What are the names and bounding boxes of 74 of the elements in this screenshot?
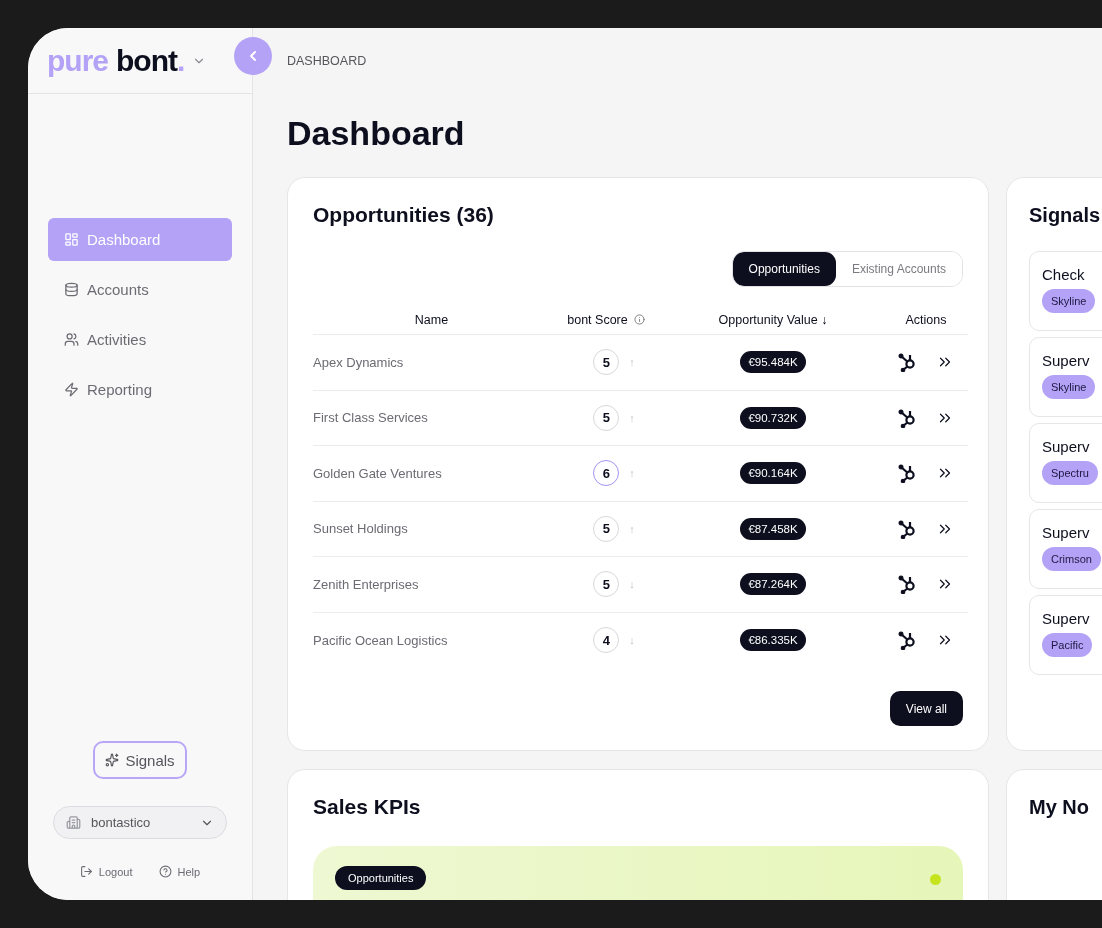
- nav-item[interactable]: Activities: [48, 318, 232, 361]
- building-icon: [66, 815, 81, 830]
- account-name: Zenith Enterprises: [313, 576, 419, 592]
- column-header[interactable]: Opportunity Value ↓: [718, 312, 828, 327]
- hub-icon: [898, 518, 918, 539]
- signal-card[interactable]: Superv Crimson: [1029, 509, 1102, 589]
- layout-icon: [64, 232, 79, 247]
- hub-icon: [898, 630, 918, 651]
- signal-title: Check: [1042, 266, 1086, 283]
- indicator-dot: [930, 874, 941, 885]
- signal-title: Superv: [1042, 352, 1091, 369]
- signal-title: Superv: [1042, 524, 1091, 541]
- view-all-button[interactable]: View all: [889, 691, 963, 726]
- trend-arrow: ↑: [629, 411, 635, 424]
- account-tag: Skyline: [1042, 289, 1096, 313]
- value-badge: €95.484K: [740, 351, 806, 374]
- help-icon: [158, 865, 172, 878]
- value-badge: €90.164K: [740, 462, 806, 485]
- database-icon: [64, 282, 79, 297]
- info-icon[interactable]: [633, 314, 645, 325]
- card-title: Sales KPIs: [313, 794, 422, 820]
- kpi-pill: Opportunities: [335, 866, 427, 890]
- trend-arrow: ↑: [629, 467, 635, 480]
- card-title: Opportunities (36): [313, 202, 495, 228]
- lightning-icon: [64, 382, 79, 397]
- value-badge: €86.335K: [740, 629, 806, 652]
- tab[interactable]: Opportunities: [732, 252, 836, 286]
- value-badge: €87.264K: [740, 573, 806, 596]
- hub-icon: [898, 352, 918, 373]
- hub-icon: [898, 407, 918, 428]
- account-name: Sunset Holdings: [313, 521, 408, 537]
- signal-title: Superv: [1042, 610, 1091, 627]
- nav-label: Reporting: [87, 381, 153, 398]
- page-title: Dashboard: [287, 113, 466, 153]
- hub-icon: [898, 574, 918, 595]
- account-tag: Skyline: [1042, 375, 1096, 399]
- account-name: Apex Dynamics: [313, 354, 404, 370]
- nav-label: Dashboard: [87, 231, 161, 248]
- trend-arrow: ↓: [629, 634, 635, 647]
- column-header: bont Score: [567, 312, 628, 327]
- card-title: My No: [1029, 795, 1090, 820]
- workspace-select[interactable]: bontastico: [53, 806, 227, 839]
- signal-card[interactable]: Superv Skyline: [1029, 337, 1102, 417]
- sparkles-icon: [105, 753, 120, 767]
- logo: pure bont.: [47, 43, 185, 78]
- column-header: Name: [414, 312, 449, 327]
- signal-card[interactable]: Check Skyline: [1029, 251, 1102, 331]
- hub-icon: [898, 463, 918, 484]
- breadcrumb: DASHBOARD: [287, 54, 367, 68]
- nav-label: Accounts: [87, 281, 149, 298]
- account-tag: Spectru: [1042, 461, 1098, 485]
- trend-arrow: ↑: [629, 356, 635, 369]
- footer-link[interactable]: Logout: [79, 865, 133, 878]
- nav-item[interactable]: Accounts: [48, 268, 232, 311]
- account-tag: Crimson: [1042, 547, 1101, 571]
- signals-button[interactable]: Signals: [93, 741, 187, 779]
- account-tag: Pacific: [1042, 633, 1093, 657]
- signal-card[interactable]: Superv Spectru: [1029, 423, 1102, 503]
- footer-link[interactable]: Help: [158, 865, 201, 878]
- account-name: Pacific Ocean Logistics: [313, 632, 448, 648]
- card-title: Signals: [1029, 203, 1102, 228]
- people-icon: [64, 332, 79, 347]
- column-header: Actions: [905, 312, 947, 327]
- nav-label: Activities: [87, 331, 147, 348]
- value-badge: €90.732K: [740, 406, 806, 429]
- value-badge: €87.458K: [740, 517, 806, 540]
- signal-card[interactable]: Superv Pacific: [1029, 595, 1102, 675]
- account-name: Golden Gate Ventures: [313, 465, 442, 481]
- trend-arrow: ↓: [629, 578, 635, 591]
- account-name: First Class Services: [313, 410, 428, 426]
- trend-arrow: ↑: [629, 522, 635, 535]
- logout-icon: [79, 865, 93, 878]
- signal-title: Superv: [1042, 438, 1091, 455]
- nav-item[interactable]: Reporting: [48, 368, 232, 411]
